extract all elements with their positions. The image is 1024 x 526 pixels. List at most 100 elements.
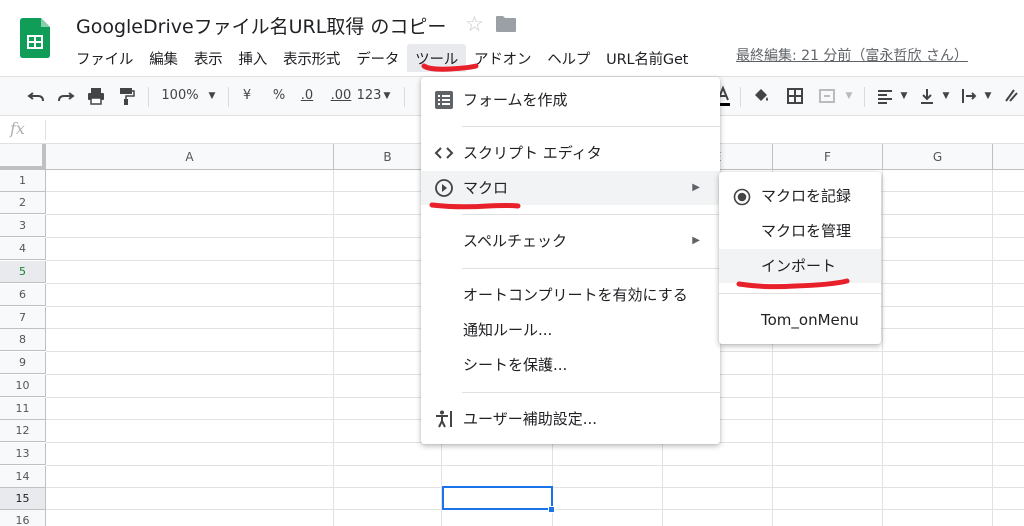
column-header-h[interactable] [993,144,1024,170]
menu-item-protect-sheet[interactable]: シートを保護... [421,348,720,382]
row-header[interactable]: 3 [0,215,46,237]
number-format-chevron-down-icon[interactable]: ▼ [381,77,393,115]
valign-chevron-down-icon[interactable]: ▼ [940,77,952,115]
row-header[interactable]: 10 [0,375,46,397]
menu-item-label: スクリプト エディタ [463,144,602,162]
row-header[interactable]: 9 [0,352,46,374]
fill-handle[interactable] [548,506,555,513]
percent-format-button[interactable]: % [268,77,290,115]
row-header[interactable]: 12 [0,420,46,442]
text-rotation-icon[interactable] [998,77,1024,115]
vertical-align-icon[interactable] [914,77,940,115]
column-header-g[interactable]: G [883,144,993,170]
currency-format-button[interactable]: ¥ [236,77,258,115]
menu-item-spellcheck[interactable]: スペルチェック ▶ [421,224,720,258]
menu-view[interactable]: 表示 [186,44,231,72]
menu-item-label: 通知ルール... [463,321,553,339]
formula-divider [45,120,46,140]
row-header[interactable]: 7 [0,307,46,329]
menu-item-script-editor[interactable]: スクリプト エディタ [421,136,720,170]
menu-item-label: ユーザー補助設定... [463,410,598,428]
submenu-item-import[interactable]: インポート [719,249,881,283]
toolbar-divider [228,87,229,107]
menu-format[interactable]: 表示形式 [275,44,348,72]
text-wrap-icon[interactable] [956,77,982,115]
menu-item-label: シートを保護... [463,356,568,374]
menu-item-macros[interactable]: マクロ ▶ [421,171,720,205]
document-title[interactable]: GoogleDriveファイル名URL取得 のコピー [76,12,446,39]
menu-file[interactable]: ファイル [68,44,141,72]
menu-bar: ファイル 編集 表示 挿入 表示形式 データ ツール アドオン ヘルプ URL名… [68,44,696,72]
menu-divider [719,293,881,294]
row-header[interactable]: 5 [0,261,46,283]
column-header-a[interactable]: A [46,144,334,170]
submenu-arrow-icon: ▶ [692,235,700,246]
sheets-logo-icon[interactable] [20,18,50,58]
menu-edit[interactable]: 編集 [141,44,186,72]
halign-chevron-down-icon[interactable]: ▼ [898,77,910,115]
selected-cell-c15[interactable] [442,486,553,510]
menu-divider [462,268,720,269]
row-header[interactable]: 8 [0,329,46,351]
undo-icon[interactable] [22,77,50,115]
paint-format-icon[interactable] [112,77,140,115]
row-header[interactable]: 6 [0,284,46,306]
menu-item-accessibility[interactable]: ユーザー補助設定... [421,402,720,436]
row-header[interactable]: 14 [0,466,46,488]
wrap-chevron-down-icon[interactable]: ▼ [982,77,994,115]
submenu-item-manage-macros[interactable]: マクロを管理 [719,214,881,248]
zoom-select[interactable]: 100% [158,77,202,115]
row-header[interactable]: 11 [0,398,46,420]
print-icon[interactable] [82,77,110,115]
submenu-item-label: インポート [761,257,837,275]
toolbar-divider [404,87,405,107]
decrease-decimal-button[interactable]: .0 [294,77,320,115]
merge-cells-icon [814,77,840,115]
toolbar-divider [864,87,865,107]
menu-insert[interactable]: 挿入 [230,44,275,72]
menu-url-name-get[interactable]: URL名前Get [598,44,696,72]
row-header[interactable]: 4 [0,238,46,260]
submenu-item-tom-onmenu[interactable]: Tom_onMenu [719,303,881,337]
select-all-corner[interactable] [0,144,46,170]
row-header[interactable]: 1 [0,170,46,192]
toolbar-divider [148,87,149,107]
row-header[interactable]: 16 [0,510,46,526]
redo-icon[interactable] [52,77,80,115]
row-header[interactable]: 13 [0,443,46,465]
app-header: GoogleDriveファイル名URL取得 のコピー ☆ ファイル 編集 表示 … [0,0,1024,76]
grid-line [992,170,993,526]
menu-item-create-form[interactable]: フォームを作成 [421,83,720,117]
menu-divider [462,214,720,215]
menu-item-label: スペルチェック [463,232,567,250]
horizontal-align-icon[interactable] [872,77,898,115]
folder-icon[interactable] [495,15,517,33]
fill-color-icon[interactable] [748,77,774,115]
merge-chevron-down-icon: ▼ [845,91,853,101]
macro-submenu: マクロを記録 マクロを管理 インポート Tom_onMenu [719,172,881,344]
menu-help[interactable]: ヘルプ [539,44,598,72]
form-icon [435,91,453,109]
increase-decimal-button[interactable]: .00 [326,77,356,115]
submenu-arrow-icon: ▶ [692,182,700,193]
menu-addons[interactable]: アドオン [466,44,539,72]
zoom-chevron-down-icon[interactable]: ▼ [204,77,220,115]
tools-menu-dropdown: フォームを作成 スクリプト エディタ マクロ ▶ スペルチェック ▶ オートコン… [421,77,720,444]
row-header[interactable]: 15 [0,488,46,510]
row-header[interactable]: 2 [0,192,46,214]
borders-icon[interactable] [782,77,808,115]
menu-divider [462,392,720,393]
menu-item-autocomplete[interactable]: オートコンプリートを有効にする [421,278,720,312]
submenu-item-record-macro[interactable]: マクロを記録 [719,179,881,213]
number-format-button[interactable]: 123 [356,77,382,115]
star-icon[interactable]: ☆ [465,12,484,36]
menu-data[interactable]: データ [348,44,407,72]
last-edit-link[interactable]: 最終編集: 21 分前（富永哲欣 さん） [736,45,968,65]
menu-item-label: フォームを作成 [463,91,568,109]
grid-line [882,170,883,526]
menu-item-notification-rules[interactable]: 通知ルール... [421,313,720,347]
column-header-f[interactable]: F [773,144,883,170]
submenu-item-label: Tom_onMenu [761,311,859,329]
menu-tools[interactable]: ツール [407,44,467,72]
grid-line [333,170,334,526]
